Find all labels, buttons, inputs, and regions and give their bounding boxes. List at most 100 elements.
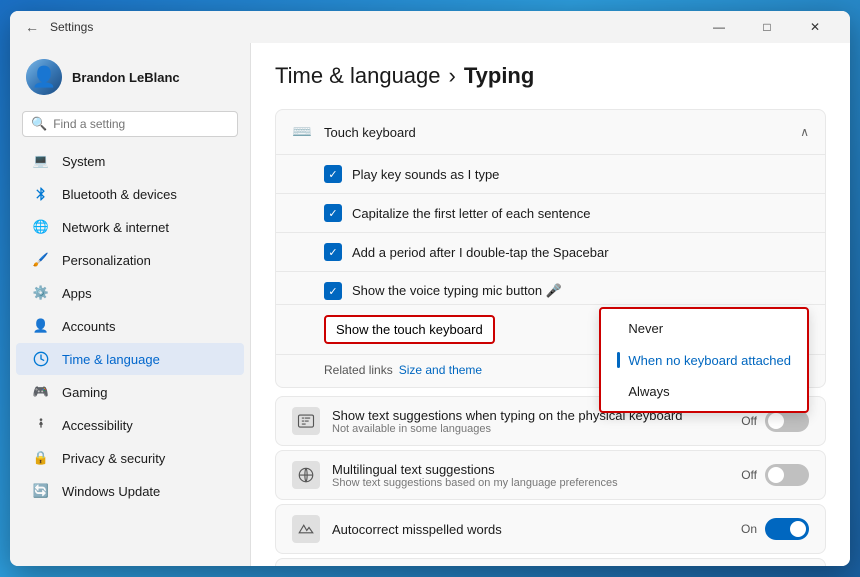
nav-bluetooth[interactable]: Bluetooth & devices <box>16 178 244 210</box>
text-suggestions-toggle[interactable] <box>765 410 809 432</box>
avatar-image <box>26 59 62 95</box>
privacy-icon: 🔒 <box>32 449 50 467</box>
play-key-sounds-checkbox[interactable]: ✓ <box>324 165 342 183</box>
nav-accessibility-label: Accessibility <box>62 418 133 433</box>
capitalize-label: Capitalize the first letter of each sent… <box>352 206 809 221</box>
text-suggestions-sublabel: Not available in some languages <box>332 423 729 435</box>
nav-accessibility[interactable]: Accessibility <box>16 409 244 441</box>
nav-gaming-label: Gaming <box>62 385 108 400</box>
voice-typing-checkbox[interactable]: ✓ <box>324 282 342 300</box>
nav-system[interactable]: 💻 System <box>16 145 244 177</box>
nav-time[interactable]: Time & language <box>16 343 244 375</box>
system-icon: 💻 <box>32 152 50 170</box>
apps-icon: ⚙️ <box>32 284 50 302</box>
nav-accounts[interactable]: 👤 Accounts <box>16 310 244 342</box>
chevron-up-icon: ∧ <box>800 125 809 139</box>
add-period-label: Add a period after I double-tap the Spac… <box>352 245 809 260</box>
window-title: Settings <box>50 20 696 34</box>
nav-apps[interactable]: ⚙️ Apps <box>16 277 244 309</box>
nav-bluetooth-label: Bluetooth & devices <box>62 187 177 202</box>
dropdown-never[interactable]: Never <box>601 313 807 344</box>
voice-typing-row: ✓ Show the voice typing mic button 🎤 <box>276 271 825 304</box>
title-bar: ← Settings — □ ✕ <box>10 11 850 43</box>
dropdown-when-no-keyboard-label: When no keyboard attached <box>628 353 791 368</box>
accounts-icon: 👤 <box>32 317 50 335</box>
nav-personalization[interactable]: 🖌️ Personalization <box>16 244 244 276</box>
play-key-sounds-row: ✓ Play key sounds as I type <box>276 154 825 193</box>
autocorrect-toggle-container: On <box>741 518 809 540</box>
minimize-button[interactable]: — <box>696 11 742 43</box>
accessibility-icon <box>32 416 50 434</box>
dropdown-always[interactable]: Always <box>601 376 807 407</box>
highlight-misspelled-row: A Highlight misspelled words On <box>275 558 826 566</box>
sidebar: Brandon LeBlanc 🔍 💻 System Bluetooth & d… <box>10 43 250 566</box>
show-touch-keyboard-label: Show the touch keyboard <box>336 322 483 337</box>
touch-keyboard-title: Touch keyboard <box>324 125 788 140</box>
nav-update[interactable]: 🔄 Windows Update <box>16 475 244 507</box>
play-key-sounds-label: Play key sounds as I type <box>352 167 809 182</box>
add-period-row: ✓ Add a period after I double-tap the Sp… <box>276 232 825 271</box>
multilingual-toggle-label: Off <box>741 468 757 482</box>
capitalize-checkbox[interactable]: ✓ <box>324 204 342 222</box>
multilingual-label: Multilingual text suggestions <box>332 462 729 477</box>
related-links-label: Related links <box>324 363 393 377</box>
network-icon: 🌐 <box>32 218 50 236</box>
add-period-checkbox[interactable]: ✓ <box>324 243 342 261</box>
nav-accounts-label: Accounts <box>62 319 115 334</box>
nav-personalization-label: Personalization <box>62 253 151 268</box>
search-icon: 🔍 <box>31 116 47 132</box>
capitalize-row: ✓ Capitalize the first letter of each se… <box>276 193 825 232</box>
close-button[interactable]: ✕ <box>792 11 838 43</box>
multilingual-icon <box>292 461 320 489</box>
main-content: Time & language › Typing ⌨️ Touch keyboa… <box>250 43 850 566</box>
content-area: Brandon LeBlanc 🔍 💻 System Bluetooth & d… <box>10 43 850 566</box>
autocorrect-toggle-label: On <box>741 522 757 536</box>
autocorrect-row: Autocorrect misspelled words On <box>275 504 826 554</box>
size-and-theme-link[interactable]: Size and theme <box>399 363 482 377</box>
search-box[interactable]: 🔍 <box>22 111 238 137</box>
search-input[interactable] <box>53 117 229 131</box>
nav-system-label: System <box>62 154 105 169</box>
multilingual-toggle-container: Off <box>741 464 809 486</box>
nav-update-label: Windows Update <box>62 484 160 499</box>
nav-apps-label: Apps <box>62 286 92 301</box>
nav-gaming[interactable]: 🎮 Gaming <box>16 376 244 408</box>
text-suggestions-icon <box>292 407 320 435</box>
autocorrect-icon <box>292 515 320 543</box>
autocorrect-label: Autocorrect misspelled words <box>332 522 729 537</box>
touch-keyboard-header[interactable]: ⌨️ Touch keyboard ∧ <box>276 110 825 154</box>
touch-keyboard-section: ⌨️ Touch keyboard ∧ ✓ Play key sounds as… <box>275 109 826 388</box>
dropdown-always-label: Always <box>628 384 669 399</box>
nav-network[interactable]: 🌐 Network & internet <box>16 211 244 243</box>
voice-typing-label: Show the voice typing mic button 🎤 <box>352 283 809 299</box>
text-suggestions-toggle-label: Off <box>741 414 757 428</box>
multilingual-toggle[interactable] <box>765 464 809 486</box>
multilingual-sublabel: Show text suggestions based on my langua… <box>332 477 729 489</box>
bluetooth-icon <box>32 185 50 203</box>
dropdown-never-label: Never <box>628 321 663 336</box>
show-touch-keyboard-button[interactable]: Show the touch keyboard <box>324 315 495 344</box>
window-controls: — □ ✕ <box>696 11 838 43</box>
breadcrumb-current: Typing <box>464 63 534 89</box>
nav-time-label: Time & language <box>62 352 160 367</box>
back-button[interactable]: ← <box>22 17 42 37</box>
maximize-button[interactable]: □ <box>744 11 790 43</box>
selected-indicator <box>617 352 620 368</box>
breadcrumb: Time & language › Typing <box>275 63 826 89</box>
nav-network-label: Network & internet <box>62 220 169 235</box>
time-icon <box>32 350 50 368</box>
gaming-icon: 🎮 <box>32 383 50 401</box>
dropdown-when-no-keyboard[interactable]: When no keyboard attached <box>601 344 807 376</box>
user-section: Brandon LeBlanc <box>10 51 250 107</box>
breadcrumb-separator: › <box>449 63 456 89</box>
autocorrect-toggle[interactable] <box>765 518 809 540</box>
breadcrumb-parent: Time & language <box>275 63 441 89</box>
nav-privacy[interactable]: 🔒 Privacy & security <box>16 442 244 474</box>
text-suggestions-toggle-container: Off <box>741 410 809 432</box>
user-name: Brandon LeBlanc <box>72 70 180 85</box>
settings-window: ← Settings — □ ✕ Brandon LeBlanc 🔍 <box>10 11 850 566</box>
personalization-icon: 🖌️ <box>32 251 50 269</box>
keyboard-icon: ⌨️ <box>292 122 312 142</box>
nav-privacy-label: Privacy & security <box>62 451 165 466</box>
update-icon: 🔄 <box>32 482 50 500</box>
